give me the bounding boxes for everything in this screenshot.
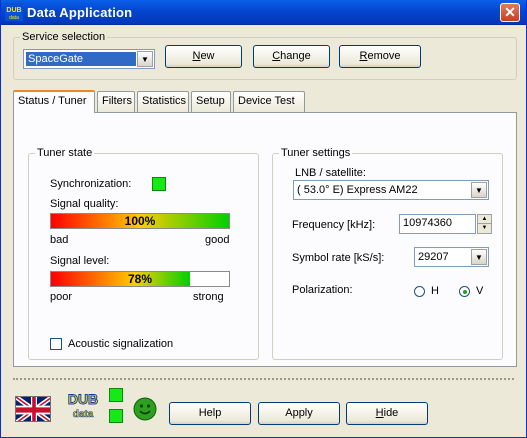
tuner-settings-label: Tuner settings (279, 147, 353, 159)
level-max-label: strong (193, 291, 224, 303)
symbol-rate-value: 29207 (418, 251, 449, 263)
tab-status-tuner[interactable]: Status / Tuner (13, 90, 95, 113)
tab-device-test[interactable]: Device Test (233, 91, 305, 112)
acoustic-checkbox[interactable] (50, 338, 62, 350)
remove-button[interactable]: Remove (339, 45, 421, 68)
polarization-v-label: V (476, 285, 484, 297)
quality-label: Signal quality: (50, 198, 119, 210)
change-button[interactable]: Change (253, 45, 330, 68)
polarization-label: Polarization: (292, 284, 353, 296)
chevron-down-icon[interactable]: ▼ (471, 182, 487, 198)
status-led-top (109, 388, 123, 402)
level-percent: 78% (127, 272, 153, 286)
tab-filters[interactable]: Filters (97, 91, 135, 112)
spin-down-icon[interactable]: ▼ (478, 224, 491, 233)
status-led-bottom (109, 409, 123, 423)
service-selected-value: SpaceGate (26, 52, 136, 66)
chevron-down-icon[interactable]: ▼ (471, 249, 487, 265)
dub-data-logo: DUB data (64, 390, 102, 421)
svg-text:DUB: DUB (6, 7, 21, 14)
tab-statistics[interactable]: Statistics (137, 91, 189, 112)
svg-text:DUB: DUB (68, 391, 98, 407)
symbol-rate-label: Symbol rate [kS/s]: (292, 252, 385, 264)
acoustic-label: Acoustic signalization (68, 338, 174, 350)
svg-text:data: data (73, 409, 94, 420)
apply-button[interactable]: Apply (258, 402, 340, 425)
hide-button[interactable]: Hide (346, 402, 428, 425)
spin-up-icon[interactable]: ▲ (478, 215, 491, 224)
sync-label: Synchronization: (50, 178, 132, 190)
level-bar: 78% (50, 271, 230, 287)
uk-flag-icon[interactable] (15, 396, 51, 422)
symbol-rate-dropdown[interactable]: 29207 ▼ (414, 247, 489, 267)
quality-percent: 100% (124, 214, 156, 228)
footer-separator (13, 378, 514, 380)
quality-min-label: bad (50, 234, 69, 246)
smiley-icon (133, 397, 157, 421)
quality-bar: 100% (50, 213, 230, 229)
help-button[interactable]: Help (169, 402, 251, 425)
lnb-dropdown[interactable]: ( 53.0° E) Express AM22 ▼ (293, 180, 489, 200)
service-dropdown[interactable]: SpaceGate ▼ (23, 49, 155, 69)
frequency-label: Frequency [kHz]: (292, 219, 376, 231)
title-bar[interactable]: DUB data Data Application ✕ (1, 0, 526, 25)
svg-text:data: data (9, 15, 19, 21)
frequency-input[interactable]: 10974360 (399, 214, 476, 234)
close-button[interactable]: ✕ (500, 3, 520, 22)
chevron-down-icon[interactable]: ▼ (137, 51, 153, 67)
polarization-h-label: H (431, 285, 439, 297)
level-min-label: poor (50, 291, 73, 303)
lnb-label: LNB / satellite: (295, 167, 366, 179)
polarization-v-radio[interactable] (459, 286, 470, 297)
app-logo-icon: DUB data (5, 3, 23, 21)
frequency-spinner[interactable]: ▲ ▼ (477, 214, 492, 234)
polarization-h-radio[interactable] (414, 286, 425, 297)
window-title: Data Application (27, 5, 133, 20)
tab-setup[interactable]: Setup (191, 91, 231, 112)
sync-indicator (152, 177, 166, 191)
service-selection-label: Service selection (20, 31, 108, 43)
new-button[interactable]: New (165, 45, 242, 68)
level-label: Signal level: (50, 255, 110, 267)
lnb-value: ( 53.0° E) Express AM22 (297, 184, 418, 196)
tuner-state-label: Tuner state (35, 147, 95, 159)
quality-max-label: good (205, 234, 230, 246)
main-window: DUB data Data Application ✕ Service selec… (0, 0, 527, 438)
